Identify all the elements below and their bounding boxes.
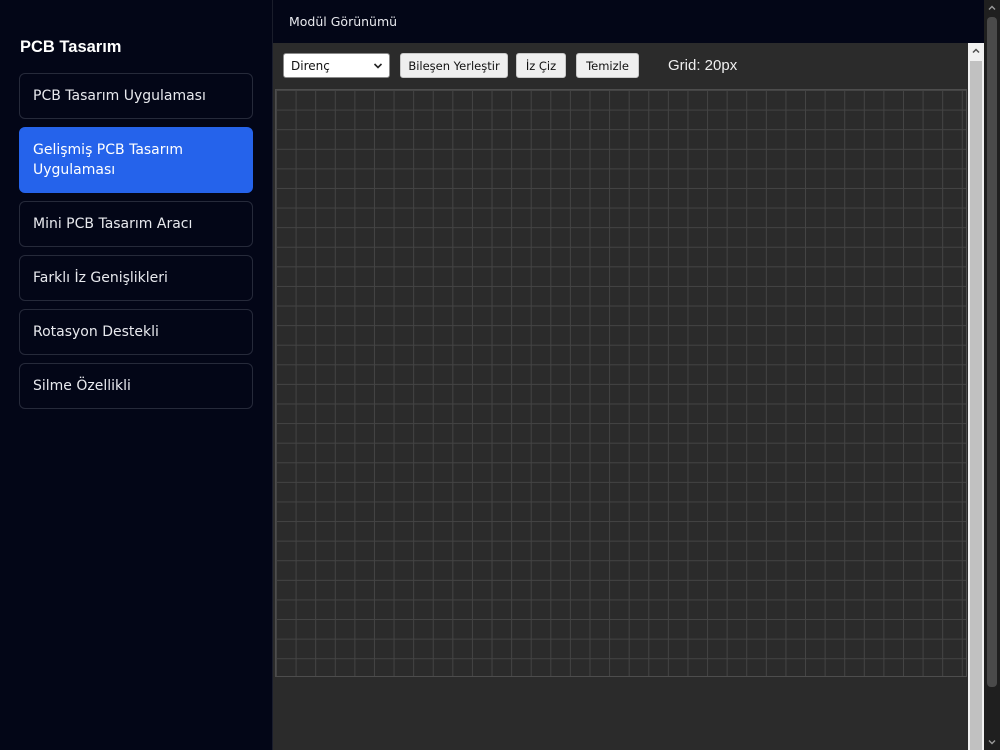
frame-scrollbar-thumb[interactable] <box>970 61 982 750</box>
module-frame: Direnç Bileşen Yerleştir İz Çiz Temizle … <box>273 43 968 750</box>
sidebar-item-label: Farklı İz Genişlikleri <box>33 270 168 286</box>
sidebar-item-label: Mini PCB Tasarım Aracı <box>33 216 193 232</box>
page-scrollbar-thumb[interactable] <box>987 17 997 687</box>
sidebar-item-label: Rotasyon Destekli <box>33 324 159 340</box>
sidebar: PCB Tasarım PCB Tasarım Uygulaması Geliş… <box>0 0 273 750</box>
page-scrollbar[interactable] <box>984 0 1000 750</box>
sidebar-item-label: Silme Özellikli <box>33 378 131 394</box>
toolbar: Direnç Bileşen Yerleştir İz Çiz Temizle … <box>273 43 968 89</box>
chevron-up-icon[interactable] <box>968 43 984 59</box>
module-view-title: Modül Görünümü <box>289 14 398 29</box>
clear-button[interactable]: Temizle <box>576 53 639 78</box>
chevron-down-icon[interactable] <box>984 734 1000 750</box>
chevron-up-icon[interactable] <box>984 0 1000 16</box>
pcb-canvas[interactable] <box>275 89 967 677</box>
sidebar-item-delete-feature[interactable]: Silme Özellikli <box>19 363 253 409</box>
chevron-down-icon <box>373 63 383 69</box>
draw-trace-button[interactable]: İz Çiz <box>516 53 566 78</box>
component-select[interactable]: Direnç <box>283 53 390 78</box>
main-header: Modül Görünümü <box>273 0 984 43</box>
place-component-button[interactable]: Bileşen Yerleştir <box>400 53 508 78</box>
sidebar-title: PCB Tasarım <box>20 38 122 56</box>
sidebar-item-different-trace-widths[interactable]: Farklı İz Genişlikleri <box>19 255 253 301</box>
sidebar-item-pcb-design-app[interactable]: PCB Tasarım Uygulaması <box>19 73 253 119</box>
sidebar-item-label: PCB Tasarım Uygulaması <box>33 88 206 104</box>
sidebar-item-label: Gelişmiş PCB Tasarım Uygulaması <box>33 142 184 178</box>
grid-size-label: Grid: 20px <box>668 57 738 74</box>
sidebar-item-rotation-support[interactable]: Rotasyon Destekli <box>19 309 253 355</box>
sidebar-item-advanced-pcb-design-app[interactable]: Gelişmiş PCB Tasarım Uygulaması <box>19 127 253 193</box>
frame-scrollbar[interactable] <box>968 43 984 750</box>
sidebar-item-mini-pcb-design-tool[interactable]: Mini PCB Tasarım Aracı <box>19 201 253 247</box>
component-select-value: Direnç <box>291 58 330 73</box>
